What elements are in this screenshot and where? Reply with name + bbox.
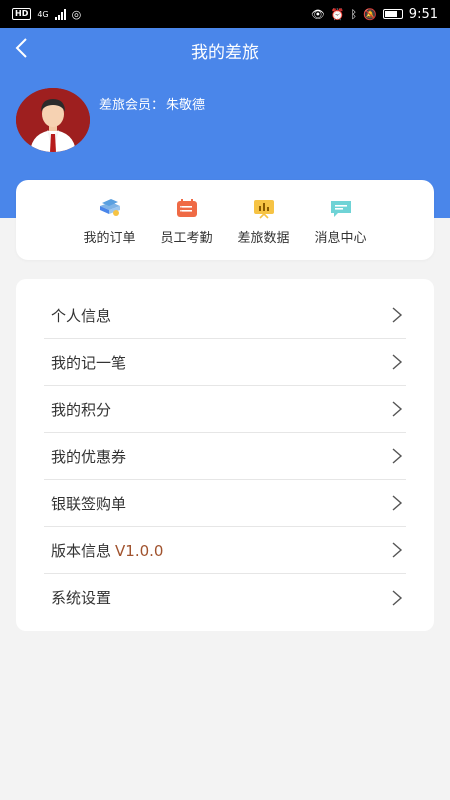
menu-item-label: 我的记一笔 <box>51 353 127 372</box>
chevron-right-icon <box>392 307 403 323</box>
alarm-icon: ⏰ <box>330 7 345 21</box>
chevron-right-icon <box>392 542 403 558</box>
member-info: 差旅会员： 朱敬德 <box>97 94 205 113</box>
quick-action-label: 差旅数据 <box>237 231 290 246</box>
chevron-right-icon <box>392 401 403 417</box>
chat-bubble-icon <box>330 201 351 217</box>
hotspot-icon: ◎ <box>71 7 82 21</box>
chart-board-icon <box>253 200 274 219</box>
menu-item-version-info[interactable]: 版本信息 V1.0.0 <box>44 527 406 574</box>
chevron-right-icon <box>392 448 403 464</box>
menu-item-label: 我的积分 <box>51 400 112 419</box>
status-bar: HD 4G ◎ 👁 ⏰ ᛒ 🔕 9:51 <box>0 0 450 28</box>
chevron-right-icon <box>392 354 403 370</box>
eye-icon: 👁 <box>310 7 325 21</box>
signal-icon <box>54 8 66 20</box>
member-label: 差旅会员： <box>99 98 165 113</box>
quick-action-label: 我的订单 <box>83 231 136 246</box>
quick-action-travel-data[interactable]: 差旅数据 <box>232 197 296 260</box>
settings-menu: 个人信息 我的记一笔 我的积分 我的优惠券 银联签购单 版本信息 V1.0.0 系… <box>16 279 434 631</box>
mute-icon: 🔕 <box>363 7 377 21</box>
quick-action-label: 员工考勤 <box>160 231 213 246</box>
menu-item-notes[interactable]: 我的记一笔 <box>44 339 406 386</box>
page-title: 我的差旅 <box>191 43 259 63</box>
menu-item-unionpay-slip[interactable]: 银联签购单 <box>44 480 406 527</box>
quick-action-orders[interactable]: 我的订单 <box>78 197 142 260</box>
chevron-right-icon <box>392 495 403 511</box>
menu-item-label: 银联签购单 <box>51 494 127 513</box>
menu-item-label: 版本信息 V1.0.0 <box>51 540 163 561</box>
bluetooth-icon: ᛒ <box>350 7 358 21</box>
menu-item-label: 系统设置 <box>51 589 112 607</box>
menu-item-points[interactable]: 我的积分 <box>44 386 406 433</box>
calendar-icon <box>176 199 197 217</box>
battery-icon <box>382 9 403 19</box>
menu-item-label: 个人信息 <box>51 306 112 325</box>
status-time: 9:51 <box>408 6 438 22</box>
quick-action-messages[interactable]: 消息中心 <box>309 197 373 260</box>
hd-badge: HD <box>12 8 32 20</box>
member-name: 朱敬德 <box>166 98 206 113</box>
network-type-label: 4G <box>37 9 49 19</box>
menu-item-system-settings[interactable]: 系统设置 <box>44 574 406 621</box>
quick-actions-card: 我的订单 员工考勤 差旅数据 消息中心 <box>16 180 434 260</box>
quick-action-attendance[interactable]: 员工考勤 <box>155 197 219 260</box>
menu-item-label: 我的优惠券 <box>51 447 127 466</box>
book-stack-icon <box>99 199 120 216</box>
chevron-right-icon <box>392 589 403 606</box>
menu-item-coupons[interactable]: 我的优惠券 <box>44 433 406 480</box>
quick-action-label: 消息中心 <box>314 231 367 246</box>
version-number: V1.0.0 <box>115 541 164 560</box>
avatar[interactable] <box>16 88 90 152</box>
version-label: 版本信息 <box>51 541 112 560</box>
user-avatar-icon <box>16 88 90 152</box>
menu-item-personal-info[interactable]: 个人信息 <box>44 279 406 339</box>
